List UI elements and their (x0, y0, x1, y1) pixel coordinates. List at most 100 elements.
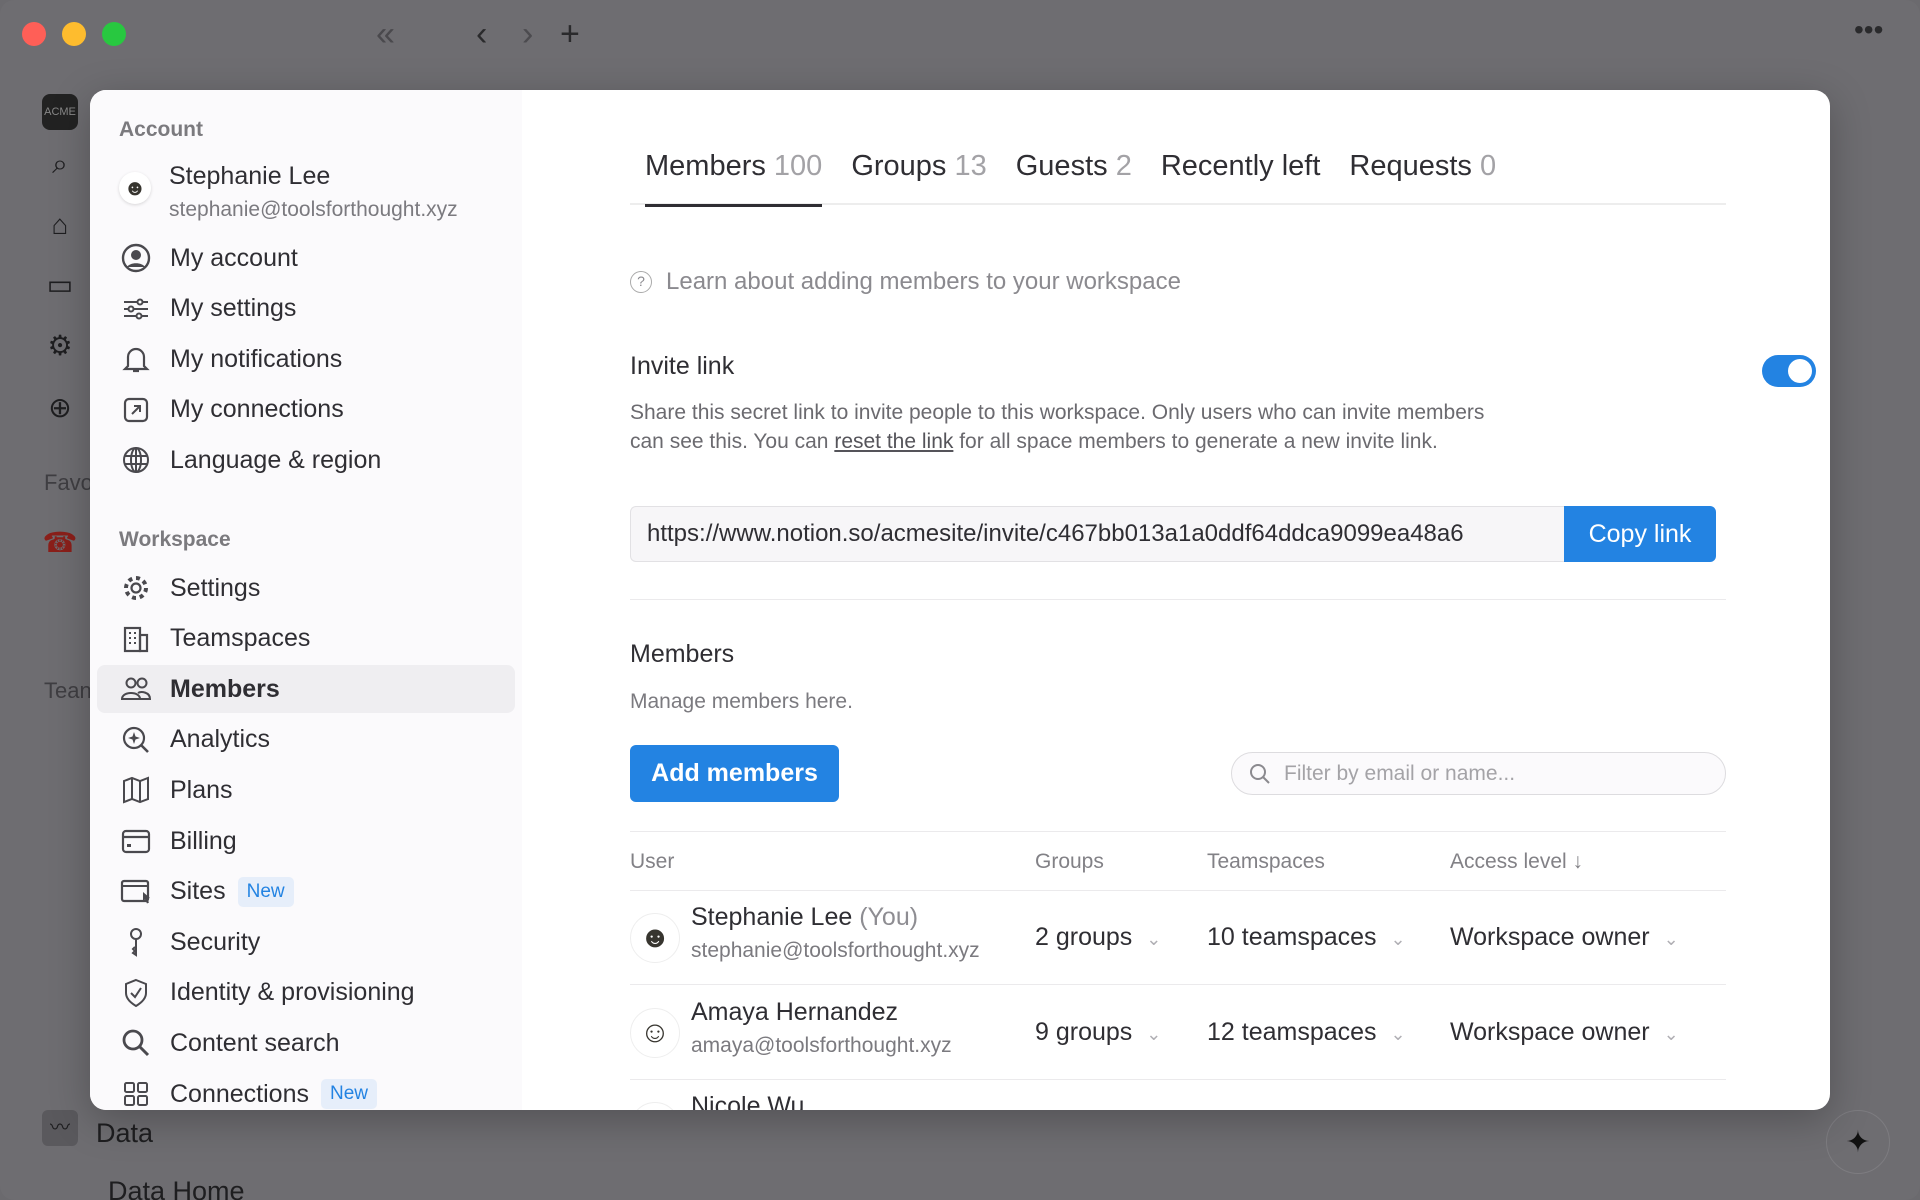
divider (630, 599, 1726, 600)
forward-icon[interactable]: › (522, 14, 533, 54)
teamspaces-dropdown[interactable]: 10 teamspaces ⌄ (1207, 923, 1406, 952)
tab-members[interactable]: Members 100 (645, 150, 823, 207)
sidebar-item-label: My settings (170, 294, 297, 323)
sidebar-item-teamspaces[interactable]: Teamspaces (97, 615, 515, 663)
gear-icon (124, 576, 148, 600)
column-access-level[interactable]: Access level ↓ (1450, 850, 1583, 874)
sidebar-item-label: Members (170, 674, 280, 703)
table-row[interactable]: ☻ Stephanie Lee (You) stephanie@toolsforth… (630, 891, 1726, 985)
favorites-label: Favo (44, 470, 93, 495)
people-icon (120, 677, 152, 701)
sidebar-item-label: Connections (170, 1079, 309, 1108)
sidebar-item-settings[interactable]: Settings (97, 564, 515, 612)
sidebar-item-label: Identity & provisioning (170, 978, 415, 1007)
sidebar-item-identity-provisioning[interactable]: Identity & provisioning (97, 969, 515, 1017)
avatar: ☻ (119, 172, 151, 204)
home-icon[interactable]: ⌂ (42, 207, 78, 243)
sidebar-item-label: Language & region (170, 445, 382, 474)
groups-dropdown[interactable]: 9 groups ⌄ (1035, 1018, 1161, 1047)
sidebar-item-label: Security (170, 927, 261, 956)
sidebar-item-plans[interactable]: Plans (97, 766, 515, 814)
sidebar-item-label: Settings (170, 573, 261, 602)
name-text: Amaya Hernandez (691, 997, 899, 1026)
tab-count: 13 (954, 150, 987, 182)
search-icon (1250, 763, 1270, 784)
add-members-button[interactable]: Add members (630, 745, 839, 802)
members-heading: Members (630, 640, 735, 668)
sidebar-item-my-notifications[interactable]: My notifications (97, 335, 515, 383)
learn-link[interactable]: ? Learn about adding members to your wor… (630, 268, 1181, 296)
table-row[interactable]: ☺ Nicole Wu (630, 1080, 1726, 1110)
invite-link-toggle[interactable] (1762, 355, 1816, 387)
sidebar-item-my-settings[interactable]: My settings (97, 285, 515, 333)
close-window-button[interactable] (22, 22, 46, 46)
tab-requests[interactable]: Requests 0 (1349, 150, 1496, 205)
groups-dropdown[interactable]: 2 groups ⌄ (1035, 923, 1161, 952)
tab-groups[interactable]: Groups 13 (851, 150, 986, 205)
sidebar-item-my-connections[interactable]: My connections (97, 386, 515, 434)
access-level-dropdown[interactable]: Workspace owner ⌄ (1450, 1018, 1679, 1047)
avatar: ☺ (630, 1007, 680, 1058)
sidebar-item-security[interactable]: Security (97, 918, 515, 966)
account-section-label: Account (119, 118, 203, 141)
key-icon (130, 928, 142, 958)
sidebar-item-analytics[interactable]: Analytics (97, 716, 515, 764)
chevron-down-icon: ⌄ (1663, 1023, 1679, 1044)
invite-description: Share this secret link to invite people … (630, 398, 1490, 456)
sidebar-item-sites[interactable]: Sites New (97, 868, 515, 916)
tab-recently-left[interactable]: Recently left (1161, 150, 1321, 205)
user-email: stephanie@toolsforthought.xyz (169, 198, 458, 221)
inbox-icon[interactable]: ▭ (42, 267, 78, 303)
member-name: Amaya Hernandez (691, 998, 898, 1027)
invite-link-title: Invite link (630, 352, 735, 380)
sidebar-item-label: Teamspaces (170, 624, 311, 653)
back-icon[interactable]: ‹ (476, 14, 487, 54)
tab-count: 2 (1115, 150, 1132, 182)
column-teamspaces: Teamspaces (1207, 850, 1325, 873)
shield-check-icon (125, 978, 147, 1007)
sidebar-data-home[interactable]: Data Home (108, 1176, 245, 1200)
sidebar-item-label: Content search (170, 1028, 340, 1057)
groups-value: 2 groups (1035, 923, 1133, 951)
gear-icon[interactable]: ⚙ (42, 328, 78, 364)
tab-guests[interactable]: Guests 2 (1016, 150, 1132, 205)
desc-text: for all space members to generate a new … (953, 430, 1438, 453)
teamspaces-dropdown[interactable]: 12 teamspaces ⌄ (1207, 1018, 1406, 1047)
more-icon[interactable]: ••• (1854, 10, 1883, 50)
map-icon (123, 776, 149, 804)
search-icon[interactable]: ⌕ (42, 146, 78, 182)
teamspaces-label: Tean (44, 678, 92, 703)
access-value: Workspace owner (1450, 1017, 1650, 1046)
new-tab-icon[interactable]: + (560, 14, 580, 54)
telephone-icon[interactable]: ☎ (42, 525, 78, 561)
filter-input-field[interactable] (1284, 761, 1684, 786)
invite-url-field[interactable]: https://www.notion.so/acmesite/invite/c4… (630, 506, 1565, 562)
plus-circle-icon[interactable]: ⊕ (42, 390, 78, 426)
new-badge: New (237, 876, 294, 907)
new-badge: New (320, 1079, 377, 1109)
tab-label: Recently left (1160, 150, 1321, 182)
copy-link-button[interactable]: Copy link (1564, 506, 1716, 562)
sidebar-item-billing[interactable]: Billing (97, 817, 515, 865)
sidebar-data[interactable]: Data (96, 1118, 153, 1149)
chart-icon: 〰 (42, 1110, 78, 1146)
sidebar-item-members[interactable]: Members (97, 665, 515, 714)
access-level-dropdown[interactable]: Workspace owner ⌄ (1450, 923, 1679, 952)
reset-link[interactable]: reset the link (834, 430, 953, 453)
collapse-sidebar-icon[interactable]: « (376, 14, 395, 54)
maximize-window-button[interactable] (102, 22, 126, 46)
sidebar-item-my-account[interactable]: My account (97, 234, 515, 282)
sidebar-item-connections[interactable]: Connections New (97, 1070, 515, 1110)
ai-sparkle-button[interactable]: ✦ (1826, 1110, 1890, 1174)
tab-label: Requests (1349, 150, 1472, 182)
sidebar-item-content-search[interactable]: Content search (97, 1019, 515, 1067)
sidebar-item-label: My connections (170, 395, 344, 424)
table-row[interactable]: ☺ Amaya Hernandez amaya@toolsforthought.x… (630, 986, 1726, 1080)
tab-count: 0 (1479, 150, 1497, 182)
minimize-window-button[interactable] (62, 22, 86, 46)
external-link-icon (123, 397, 149, 422)
tab-label: Guests (1015, 150, 1108, 182)
sidebar-item-language-region[interactable]: Language & region (97, 436, 515, 484)
filter-input[interactable] (1231, 752, 1726, 795)
you-label: (You) (859, 903, 919, 931)
